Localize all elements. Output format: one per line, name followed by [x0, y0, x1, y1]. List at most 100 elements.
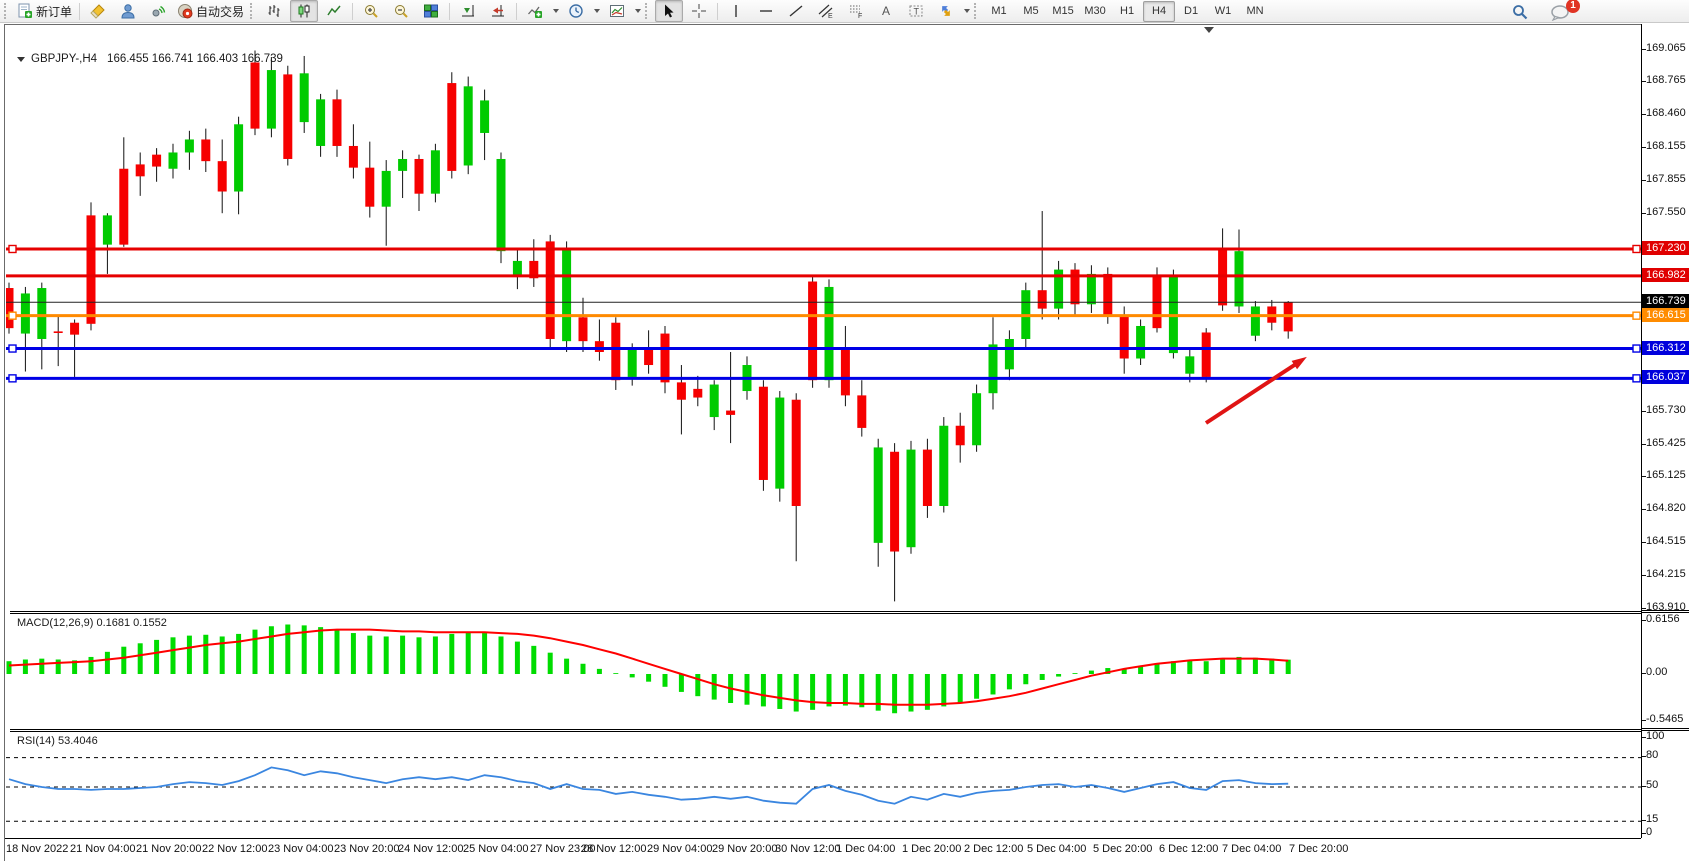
axis-separator: [1642, 728, 1689, 731]
price-axis[interactable]: 169.065168.765168.460168.155167.855167.5…: [1641, 24, 1689, 838]
timeframe-h4-button[interactable]: H4: [1143, 1, 1175, 22]
indicators-icon: [527, 3, 543, 19]
chart-shift-button[interactable]: [484, 0, 512, 22]
price-tick-label: 80: [1646, 749, 1658, 761]
price-tick-label: 15: [1646, 813, 1658, 825]
price-tick-label: 168.155: [1646, 140, 1686, 152]
toolbar-grip[interactable]: [974, 3, 981, 19]
search-button[interactable]: [1506, 1, 1534, 23]
timeframe-m5-button[interactable]: M5: [1015, 1, 1047, 22]
chart-window: GBPJPY-,H4 166.455 166.741 166.403 166.7…: [4, 24, 1689, 861]
search-icon: [1511, 3, 1529, 21]
new-order-button[interactable]: 新订单: [14, 0, 75, 22]
trendline-tool[interactable]: [782, 0, 810, 22]
price-level-badge: 166.739: [1642, 294, 1689, 308]
price-tick-label: 167.550: [1646, 206, 1686, 218]
mt4-terminal: { "toolbar": { "new_order": "新订单", "auto…: [0, 0, 1689, 861]
crosshair-button[interactable]: [685, 0, 713, 22]
channel-tool[interactable]: E: [812, 0, 840, 22]
timeframe-mn-button[interactable]: MN: [1239, 1, 1271, 22]
zoom-in-button[interactable]: [357, 0, 385, 22]
time-tick-label: 1 Dec 20:00: [902, 843, 961, 855]
timeframe-h1-button[interactable]: H1: [1111, 1, 1143, 22]
chart-header: GBPJPY-,H4 166.455 166.741 166.403 166.7…: [17, 53, 283, 65]
price-tick-label: 165.425: [1646, 437, 1686, 449]
vertical-line-tool[interactable]: [722, 0, 750, 22]
horizontal-line-tool[interactable]: [752, 0, 780, 22]
bar-chart-button[interactable]: [260, 0, 288, 22]
zoom-out-icon: [393, 3, 409, 19]
brush-icon: [90, 3, 106, 19]
text-icon: A: [878, 3, 894, 19]
time-axis[interactable]: 18 Nov 202221 Nov 04:0021 Nov 20:0022 No…: [5, 838, 1641, 861]
zoom-in-icon: [363, 3, 379, 19]
text-tool[interactable]: A: [872, 0, 900, 22]
crosshair-icon: [691, 3, 707, 19]
indicators-dropdown[interactable]: [550, 1, 561, 21]
line-chart-button[interactable]: [320, 0, 348, 22]
rsi-panel[interactable]: [6, 732, 1642, 839]
time-tick-label: 2 Dec 12:00: [964, 843, 1023, 855]
timeframe-m15-button[interactable]: M15: [1047, 1, 1079, 22]
timeframe-m30-button[interactable]: M30: [1079, 1, 1111, 22]
arrows-icon: [938, 3, 954, 19]
signals-button[interactable]: [144, 0, 172, 22]
timeframe-d1-button[interactable]: D1: [1175, 1, 1207, 22]
toolbar-grip[interactable]: [645, 3, 652, 19]
styler-button[interactable]: [84, 0, 112, 22]
price-level-badge: 166.312: [1642, 341, 1689, 355]
arrows-tool[interactable]: [932, 0, 960, 22]
price-chart[interactable]: [6, 25, 1642, 611]
text-label-tool[interactable]: T: [902, 0, 930, 22]
time-tick-label: 29 Nov 04:00: [647, 843, 712, 855]
toolbar-grip[interactable]: [4, 3, 11, 19]
timeframe-m1-button[interactable]: M1: [983, 1, 1015, 22]
time-tick-label: 7 Dec 20:00: [1289, 843, 1348, 855]
time-tick-label: 1 Dec 04:00: [836, 843, 895, 855]
fibonacci-icon: F: [848, 3, 864, 19]
price-tick-label: 164.820: [1646, 502, 1686, 514]
svg-text:F: F: [858, 13, 862, 19]
time-tick-label: 7 Dec 04:00: [1222, 843, 1281, 855]
price-level-badge: 166.615: [1642, 308, 1689, 322]
notification-badge: 1: [1566, 0, 1580, 13]
market-watch-button[interactable]: [114, 0, 142, 22]
cursor-button[interactable]: [655, 0, 683, 22]
time-tick-label: 6 Dec 12:00: [1159, 843, 1218, 855]
timeframe-bar: M1M5M15M30H1H4D1W1MN: [983, 1, 1271, 22]
timeframe-w1-button[interactable]: W1: [1207, 1, 1239, 22]
clock-icon: [568, 3, 584, 19]
price-tick-label: 164.215: [1646, 568, 1686, 580]
zoom-out-button[interactable]: [387, 0, 415, 22]
horizontal-line-icon: [758, 3, 774, 19]
templates-dropdown[interactable]: [632, 1, 643, 21]
tile-windows-button[interactable]: [417, 0, 445, 22]
toolbar-grip[interactable]: [250, 3, 257, 19]
time-tick-label: 29 Nov 20:00: [712, 843, 777, 855]
indicators-button[interactable]: [521, 0, 549, 22]
auto-trading-icon: [177, 3, 193, 19]
time-tick-label: 25 Nov 04:00: [463, 843, 528, 855]
candlestick-chart-button[interactable]: [290, 0, 318, 22]
panel-separator[interactable]: [10, 729, 1689, 732]
chevron-down-icon[interactable]: [17, 57, 25, 62]
fibonacci-tool[interactable]: F: [842, 0, 870, 22]
panel-separator[interactable]: [10, 611, 1689, 614]
notifications-button[interactable]: 1: [1547, 1, 1575, 23]
auto-scroll-button[interactable]: [454, 0, 482, 22]
macd-indicator-label: MACD(12,26,9) 0.1681 0.1552: [17, 617, 167, 629]
templates-button[interactable]: [603, 0, 631, 22]
profile-icon: [120, 3, 136, 19]
new-order-label: 新订单: [36, 3, 72, 20]
periods-button[interactable]: [562, 0, 590, 22]
macd-panel[interactable]: [6, 614, 1642, 729]
auto-trading-label: 自动交易: [196, 3, 244, 20]
periods-dropdown[interactable]: [591, 1, 602, 21]
arrows-dropdown[interactable]: [961, 1, 972, 21]
auto-trading-button[interactable]: 自动交易: [174, 0, 247, 22]
chart-ohlc-values: 166.455 166.741 166.403 166.739: [107, 53, 283, 65]
signal-icon: [150, 3, 166, 19]
chart-shift-icon: [490, 3, 506, 19]
time-tick-label: 21 Nov 20:00: [136, 843, 201, 855]
price-tick-label: 165.730: [1646, 404, 1686, 416]
